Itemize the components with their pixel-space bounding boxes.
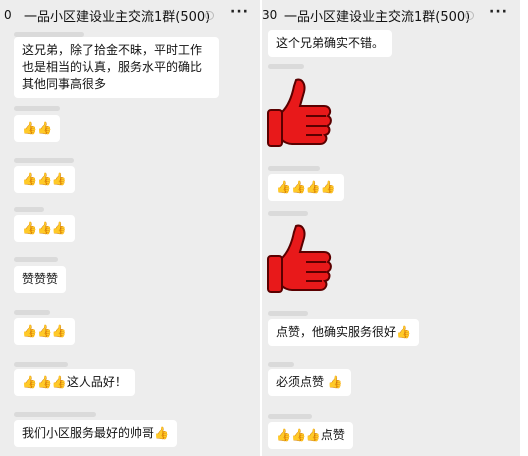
message-bubble[interactable]: 必须点赞 👍 [268,369,351,396]
sender-name-blur [268,166,320,171]
chat-header-right: 30 一品小区建设业主交流1群(500) ··· [262,0,520,30]
chat-header-left: 0 一品小区建设业主交流1群(500) ··· [0,0,260,30]
thumbs-up-sticker[interactable] [266,222,336,306]
sender-name-blur [14,106,60,111]
message-bubble[interactable]: 👍👍👍 [14,215,75,242]
message-bubble[interactable]: 我们小区服务最好的帅哥👍 [14,420,177,447]
chat-panel-right: 30 一品小区建设业主交流1群(500) ··· 这个兄弟确实不错。 👍👍👍👍 … [262,0,520,456]
more-button[interactable]: ··· [489,4,508,20]
sender-name-blur [268,211,308,216]
unread-badge[interactable]: 0 [4,8,12,22]
chat-title: 一品小区建设业主交流1群(500) [284,10,471,25]
sender-name-blur [14,257,58,262]
message-bubble[interactable]: 这兄弟，除了拾金不昧，平时工作也是相当的认真，服务水平的确比其他同事高很多 [14,37,219,98]
sender-name-blur [14,207,44,212]
thumbs-up-sticker[interactable] [266,76,336,160]
sender-name-blur [14,310,50,315]
message-bubble[interactable]: 👍👍👍👍 [268,174,344,201]
message-bubble[interactable]: 👍👍👍 [14,318,75,345]
sender-name-blur [14,412,96,417]
message-bubble[interactable]: 👍👍👍点赞 [268,422,353,449]
mute-icon [205,11,214,20]
sender-name-blur [268,64,304,69]
chat-title: 一品小区建设业主交流1群(500) [24,10,211,25]
unread-badge[interactable]: 30 [262,8,277,22]
message-bubble[interactable]: 点赞，他确实服务很好👍 [268,319,419,346]
sender-name-blur [268,414,312,419]
chat-panel-left: 0 一品小区建设业主交流1群(500) ··· 这兄弟，除了拾金不昧，平时工作也… [0,0,260,456]
message-bubble[interactable]: 👍👍 [14,115,60,142]
sender-name-blur [14,362,68,367]
sender-name-blur [268,362,294,367]
message-bubble[interactable]: 赞赞赞 [14,266,67,293]
more-button[interactable]: ··· [230,4,249,20]
message-bubble[interactable]: 这个兄弟确实不错。 [268,30,393,57]
sender-name-blur [268,311,308,316]
sender-name-blur [14,158,74,163]
message-bubble[interactable]: 👍👍👍这人品好！ [14,369,135,396]
mute-icon [465,11,474,20]
message-bubble[interactable]: 👍👍👍 [14,166,75,193]
